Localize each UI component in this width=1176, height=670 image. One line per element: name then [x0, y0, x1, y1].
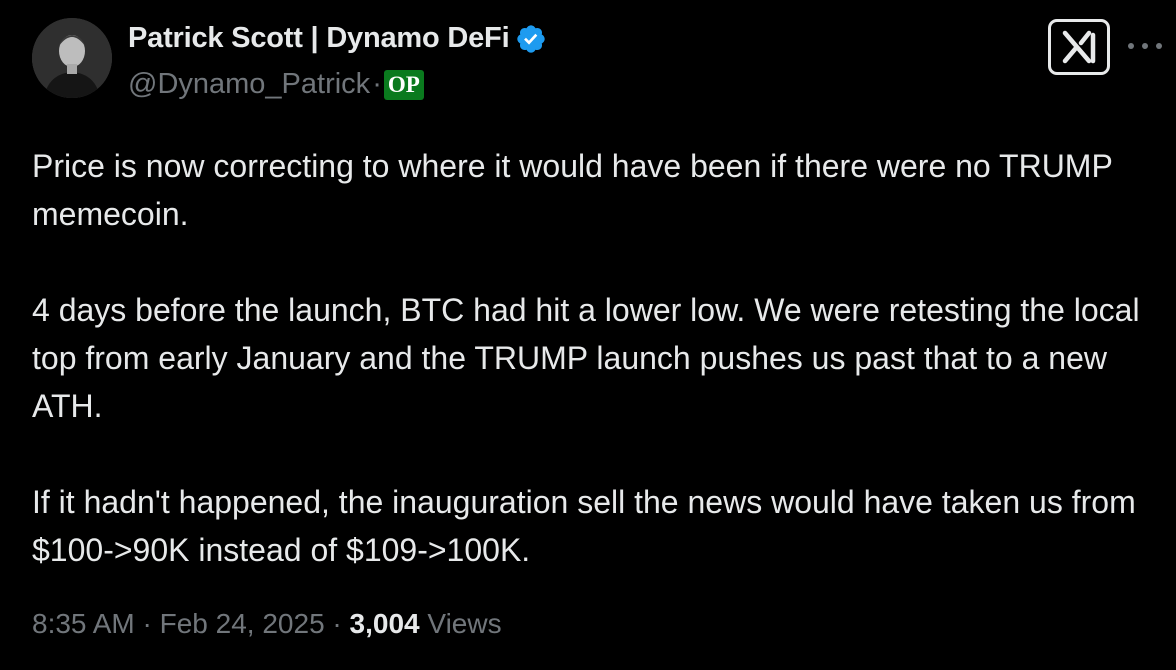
- avatar[interactable]: [32, 18, 112, 98]
- more-icon-dot: [1156, 43, 1162, 49]
- tweet-paragraph: If it hadn't happened, the inauguration …: [32, 484, 1136, 568]
- handle-separator: ·: [372, 68, 382, 100]
- tweet-meta: 8:35 AM · Feb 24, 2025 · 3,004 Views: [32, 608, 502, 640]
- meta-separator: ·: [324, 608, 350, 639]
- grok-icon: [1062, 30, 1096, 64]
- author-handle[interactable]: @Dynamo_Patrick: [128, 68, 370, 101]
- tweet-paragraph: Price is now correcting to where it woul…: [32, 148, 1113, 232]
- views-label: Views: [419, 608, 502, 639]
- avatar-image: [32, 18, 112, 98]
- tweet-date[interactable]: Feb 24, 2025: [160, 608, 325, 640]
- grok-button[interactable]: [1048, 19, 1110, 75]
- tweet-paragraph: 4 days before the launch, BTC had hit a …: [32, 292, 1140, 424]
- author-name-row: Patrick Scott | Dynamo DeFi: [128, 22, 547, 55]
- more-icon-dot: [1128, 43, 1134, 49]
- more-icon-dot: [1142, 43, 1148, 49]
- views-count[interactable]: 3,004: [350, 608, 420, 640]
- author-handle-row: @Dynamo_Patrick · OP: [128, 68, 424, 101]
- author-display-name[interactable]: Patrick Scott | Dynamo DeFi: [128, 22, 510, 55]
- tweet-time[interactable]: 8:35 AM: [32, 608, 135, 640]
- tweet-text: Price is now correcting to where it woul…: [32, 142, 1172, 574]
- op-badge: OP: [383, 69, 424, 100]
- more-options-button[interactable]: [1128, 34, 1162, 58]
- verified-badge-icon: [517, 24, 546, 53]
- meta-separator: ·: [134, 608, 160, 639]
